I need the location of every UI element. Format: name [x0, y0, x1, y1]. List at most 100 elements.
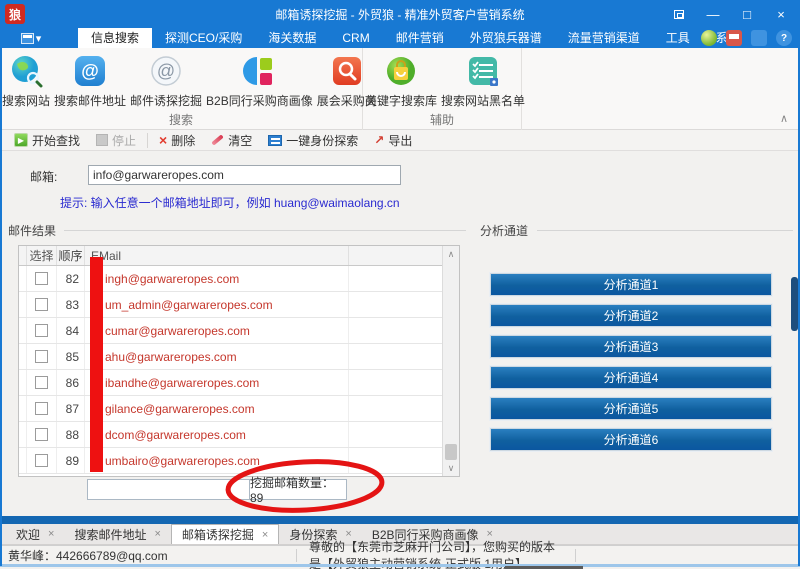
menu-item-email-marketing[interactable]: 邮件营销 [383, 28, 457, 48]
close-button[interactable]: × [764, 0, 798, 28]
row-checkbox[interactable] [35, 350, 48, 363]
ribbon-button-keyword-library[interactable]: 关键字搜索库 [363, 53, 439, 109]
fullscreen-button[interactable] [662, 0, 696, 28]
doc-tab-welcome[interactable]: 欢迎 × [6, 524, 64, 544]
help-icon[interactable]: ? [776, 30, 792, 46]
at-silver-icon: @ [148, 53, 184, 89]
main-content: 邮箱: 提示: 输入任意一个邮箱地址即可，例如 huang@waimaolang… [0, 151, 800, 516]
row-checkbox[interactable] [35, 428, 48, 441]
menu-item-info-search[interactable]: 信息搜索 [78, 28, 152, 48]
toolbar-separator [147, 133, 148, 148]
ribbon-label: B2B同行采购商画像 [206, 92, 313, 109]
analysis-channel-4-button[interactable]: 分析通道4 [490, 366, 772, 389]
ribbon-button-email-mining[interactable]: @ 邮件诱探挖掘 [128, 53, 204, 109]
table-row[interactable]: 87 gilance@garwareropes.com [19, 396, 442, 422]
id-card-icon [268, 135, 282, 146]
stop-button[interactable]: 停止 [88, 130, 144, 151]
delete-icon: × [159, 134, 167, 146]
row-checkbox[interactable] [35, 376, 48, 389]
start-search-button[interactable]: ▶ 开始查找 [6, 130, 88, 151]
close-tab-icon[interactable]: × [48, 528, 54, 540]
app-grid-icon [21, 33, 34, 44]
minimize-icon: — [707, 7, 720, 22]
email-input[interactable] [88, 165, 401, 185]
menu-item-ceo[interactable]: 探测CEO/采购 [152, 28, 255, 48]
app-logo-icon: 狼 [5, 4, 25, 24]
analysis-channel-5-button[interactable]: 分析通道5 [490, 397, 772, 420]
scroll-down-icon[interactable]: ∨ [443, 460, 459, 476]
table-row[interactable]: 84 cumar@garwareropes.com [19, 318, 442, 344]
row-checkbox[interactable] [35, 402, 48, 415]
svg-text:@: @ [81, 61, 99, 81]
collapse-ribbon-button[interactable]: ∧ [780, 112, 788, 125]
status-separator [575, 549, 576, 562]
panel-scrollbar-thumb[interactable] [791, 277, 798, 331]
tab-label: 欢迎 [16, 526, 40, 543]
menu-item-traffic[interactable]: 流量营销渠道 [555, 28, 653, 48]
delete-button[interactable]: × 删除 [151, 130, 203, 151]
row-checkbox[interactable] [35, 454, 48, 467]
table-row[interactable]: 83 um_admin@garwareropes.com [19, 292, 442, 318]
table-row[interactable]: 82 ingh@garwareropes.com [19, 266, 442, 292]
row-order: 85 [57, 344, 85, 369]
menu-item-customs[interactable]: 海关数据 [255, 28, 329, 48]
maximize-button[interactable]: □ [730, 0, 764, 28]
chevron-down-icon: ▾ [36, 32, 42, 45]
table-row[interactable]: 85 ahu@garwareropes.com [19, 344, 442, 370]
analysis-section-label: 分析通道 [480, 222, 534, 239]
svg-text:@: @ [157, 61, 175, 81]
app-menu-button[interactable]: ▾ [12, 28, 50, 48]
menu-item-crm[interactable]: CRM [329, 28, 382, 48]
divider [537, 230, 793, 231]
menu-item-arsenal[interactable]: 外贸狼兵器谱 [457, 28, 555, 48]
analysis-channel-6-button[interactable]: 分析通道6 [490, 428, 772, 451]
row-email: gilance@garwareropes.com [85, 396, 349, 421]
table-row[interactable]: 89 umbairo@garwareropes.com [19, 448, 442, 474]
menu-item-tools[interactable]: 工具 [653, 28, 703, 48]
info-icon[interactable] [751, 30, 767, 46]
column-header-email[interactable]: EMail [85, 246, 349, 265]
analysis-channel-1-button[interactable]: 分析通道1 [490, 273, 772, 296]
clear-button[interactable]: 清空 [203, 130, 260, 151]
status-user-account: 黄华峰：442666789@qq.com [0, 547, 296, 564]
skin-icon[interactable] [701, 30, 717, 46]
scroll-up-icon[interactable]: ∧ [443, 246, 459, 262]
ribbon-button-site-blacklist[interactable]: 搜索网站黑名单 [439, 53, 527, 109]
row-order: 87 [57, 396, 85, 421]
ribbon-label: 邮件诱探挖掘 [130, 92, 202, 109]
analysis-channel-2-button[interactable]: 分析通道2 [490, 304, 772, 327]
row-checkbox[interactable] [35, 298, 48, 311]
export-icon: ↗ [374, 133, 384, 147]
blacklist-checklist-icon [465, 53, 501, 89]
ribbon-button-search-website[interactable]: 搜索网站 [0, 53, 52, 109]
row-email: cumar@garwareropes.com [85, 318, 349, 343]
table-row[interactable]: 86 ibandhe@garwareropes.com [19, 370, 442, 396]
doc-tab-search-email[interactable]: 搜索邮件地址 × [64, 524, 170, 544]
count-status-box: 挖掘邮箱数量：89 [87, 479, 347, 500]
ribbon-button-search-email[interactable]: @ 搜索邮件地址 [52, 53, 128, 109]
analysis-channel-3-button[interactable]: 分析通道3 [490, 335, 772, 358]
close-tab-icon[interactable]: × [262, 529, 268, 541]
doc-tab-email-mining[interactable]: 邮箱诱探挖掘 × [171, 524, 279, 544]
row-checkbox[interactable] [35, 272, 48, 285]
scrollbar-thumb[interactable] [445, 444, 457, 460]
feedback-icon[interactable] [726, 30, 742, 46]
stop-icon [96, 134, 108, 146]
window-controls: — □ × [662, 0, 798, 28]
export-button[interactable]: ↗ 导出 [366, 130, 420, 151]
column-header-order[interactable]: 顺序 [57, 246, 85, 265]
button-label: 导出 [388, 132, 412, 149]
results-section-label: 邮件结果 [8, 222, 62, 239]
identity-explore-button[interactable]: 一键身份探索 [260, 130, 366, 151]
minimize-button[interactable]: — [696, 0, 730, 28]
eraser-icon [211, 134, 224, 145]
ribbon-button-b2b-portrait[interactable]: B2B同行采购商画像 [204, 53, 315, 109]
table-scrollbar[interactable]: ∧ ∨ [442, 246, 459, 476]
row-checkbox[interactable] [35, 324, 48, 337]
close-tab-icon[interactable]: × [154, 528, 160, 540]
column-header-select[interactable]: 选择 [27, 246, 57, 265]
table-row[interactable]: 88 dcom@garwareropes.com [19, 422, 442, 448]
window-bottom-edge [0, 564, 800, 567]
button-label: 开始查找 [32, 132, 80, 149]
tab-label: 搜索邮件地址 [74, 526, 146, 543]
